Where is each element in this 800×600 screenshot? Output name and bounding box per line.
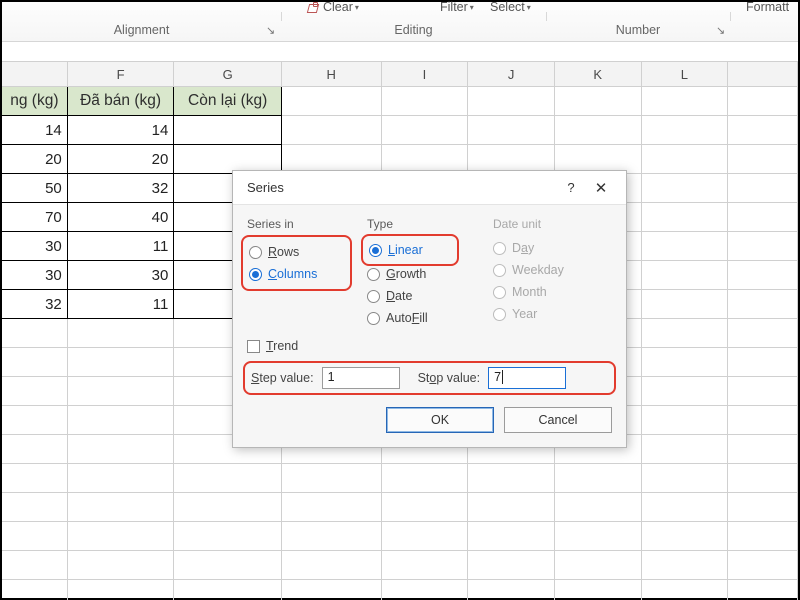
- group-series-in: Series in Rows Columns: [247, 217, 351, 329]
- radio-icon: [367, 268, 380, 281]
- cell[interactable]: 20: [68, 145, 175, 174]
- group-label: Type: [367, 217, 477, 231]
- radio-icon: [493, 286, 506, 299]
- clear-label: Clear: [323, 0, 353, 14]
- eraser-icon: [308, 2, 321, 13]
- ribbon-group-number: Number: [546, 23, 730, 37]
- help-button[interactable]: ?: [556, 180, 586, 195]
- col-header-K[interactable]: K: [555, 62, 642, 87]
- cancel-button[interactable]: Cancel: [504, 407, 612, 433]
- dialog-title: Series: [247, 180, 556, 195]
- select-label: Select: [490, 0, 525, 14]
- cell[interactable]: 40: [68, 203, 175, 232]
- cell[interactable]: 14: [2, 116, 68, 145]
- radio-icon: [493, 242, 506, 255]
- ribbon-group-alignment: Alignment: [2, 23, 281, 37]
- formatting-button[interactable]: Formatt: [746, 0, 789, 14]
- chevron-down-icon: ▾: [527, 3, 531, 12]
- cell[interactable]: 32: [2, 290, 68, 319]
- cell[interactable]: [382, 87, 469, 116]
- cell[interactable]: 30: [2, 232, 68, 261]
- ok-button[interactable]: OK: [386, 407, 494, 433]
- filter-label: Filter: [440, 0, 468, 14]
- cell[interactable]: [555, 87, 642, 116]
- dialog-launcher-number[interactable]: ↘: [716, 24, 725, 37]
- radio-growth[interactable]: Growth: [367, 263, 477, 285]
- col-header-F[interactable]: F: [68, 62, 175, 87]
- dialog-launcher-alignment[interactable]: ↘: [266, 24, 275, 37]
- radio-year: Year: [493, 303, 603, 325]
- radio-month: Month: [493, 281, 603, 303]
- col-header-L[interactable]: L: [642, 62, 729, 87]
- series-dialog: Series ? ✕ Series in Rows Columns Type L…: [232, 170, 627, 448]
- radio-date[interactable]: Date: [367, 285, 477, 307]
- stop-value-input[interactable]: 7​: [488, 367, 566, 389]
- cell[interactable]: 50: [2, 174, 68, 203]
- cell[interactable]: [468, 87, 555, 116]
- radio-linear[interactable]: Linear: [369, 239, 475, 261]
- cell[interactable]: 11: [68, 290, 175, 319]
- step-value-input[interactable]: 1: [322, 367, 400, 389]
- radio-columns[interactable]: Columns: [249, 263, 349, 285]
- radio-icon: [367, 312, 380, 325]
- radio-rows[interactable]: Rows: [249, 241, 349, 263]
- radio-icon: [493, 308, 506, 321]
- ribbon-group-editing: Editing: [281, 23, 546, 37]
- cell[interactable]: 32: [68, 174, 175, 203]
- radio-autofill[interactable]: AutoFill: [367, 307, 477, 329]
- group-label: Series in: [247, 217, 351, 231]
- cell[interactable]: [174, 116, 282, 145]
- col-header-G[interactable]: G: [174, 62, 282, 87]
- cell[interactable]: 11: [68, 232, 175, 261]
- cell[interactable]: 20: [2, 145, 68, 174]
- cell[interactable]: 70: [2, 203, 68, 232]
- trend-checkbox[interactable]: Trend: [247, 339, 612, 353]
- close-button[interactable]: ✕: [586, 179, 616, 197]
- group-type: Type Linear Growth Date AutoFill: [367, 217, 477, 329]
- radio-icon: [249, 268, 262, 281]
- step-value-label: Step value:: [251, 371, 314, 385]
- group-label: Date unit: [493, 217, 603, 231]
- group-date-unit: Date unit Day Weekday Month Year: [493, 217, 603, 329]
- col-header-H[interactable]: H: [282, 62, 382, 87]
- cell[interactable]: 30: [2, 261, 68, 290]
- cell[interactable]: Còn lại (kg): [174, 87, 282, 116]
- stop-value-label: Stop value:: [418, 371, 481, 385]
- cell[interactable]: ng (kg): [2, 87, 68, 116]
- radio-icon: [369, 244, 382, 257]
- chevron-down-icon: ▾: [355, 3, 359, 12]
- col-header-J[interactable]: J: [468, 62, 555, 87]
- cell[interactable]: [642, 87, 729, 116]
- cell[interactable]: Đã bán (kg): [68, 87, 175, 116]
- col-header-I[interactable]: I: [382, 62, 469, 87]
- clear-button[interactable]: Clear ▾: [308, 0, 359, 14]
- checkbox-icon: [247, 340, 260, 353]
- close-icon: ✕: [595, 180, 608, 197]
- radio-icon: [249, 246, 262, 259]
- radio-icon: [493, 264, 506, 277]
- cell[interactable]: 14: [68, 116, 175, 145]
- formatting-label: Formatt: [746, 0, 789, 14]
- cell[interactable]: 30: [68, 261, 175, 290]
- select-button[interactable]: Select ▾: [490, 0, 531, 14]
- dialog-titlebar[interactable]: Series ? ✕: [233, 171, 626, 205]
- cell[interactable]: [728, 87, 798, 116]
- radio-icon: [367, 290, 380, 303]
- filter-button[interactable]: Filter ▾: [440, 0, 474, 14]
- ribbon: Clear ▾ Filter ▾ Select ▾ Formatt Alignm…: [2, 2, 798, 42]
- chevron-down-icon: ▾: [470, 3, 474, 12]
- radio-day: Day: [493, 237, 603, 259]
- column-headers[interactable]: F G H I J K L: [2, 62, 798, 87]
- cell[interactable]: [282, 87, 382, 116]
- formula-bar-strip: [2, 42, 798, 62]
- radio-weekday: Weekday: [493, 259, 603, 281]
